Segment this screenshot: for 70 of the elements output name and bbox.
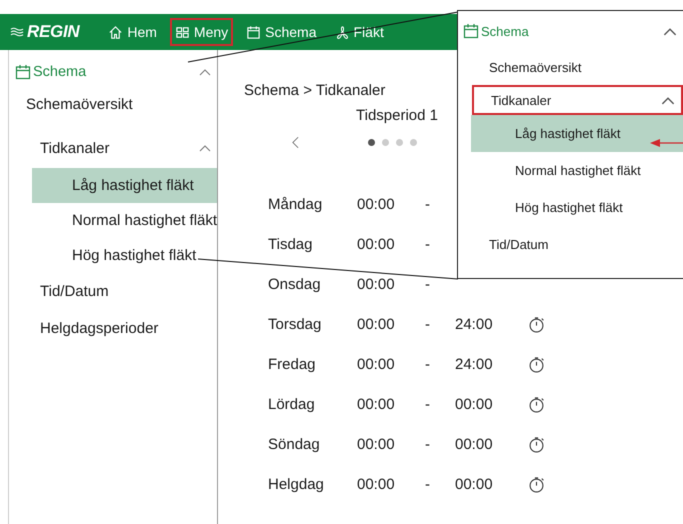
sidebar-group[interactable]: Tidkanaler — [9, 122, 217, 168]
sidebar-subitem[interactable]: Låg hastighet fläkt — [32, 168, 217, 203]
section-header[interactable]: Schema — [458, 13, 683, 49]
logo-text: REGIN — [27, 22, 80, 42]
menu-item[interactable]: Tid/Datum — [458, 226, 683, 262]
end-time[interactable]: 00:00 — [455, 396, 528, 412]
menu-item[interactable]: Normal hastighet fläkt — [471, 152, 683, 189]
calendar-icon — [246, 24, 262, 40]
end-time[interactable]: 24:00 — [455, 356, 528, 372]
day-label: Söndag — [268, 436, 321, 452]
start-time[interactable]: 00:00 — [357, 236, 425, 252]
stopwatch-icon[interactable] — [528, 396, 545, 412]
breadcrumb: Schema > Tidkanaler — [244, 82, 386, 99]
section-title: Schema — [481, 24, 529, 38]
end-time[interactable]: 00:00 — [455, 476, 528, 492]
end-time[interactable]: 24:00 — [455, 316, 528, 332]
menu-item[interactable]: Schemaöversikt — [458, 49, 683, 85]
menu-group[interactable]: Tidkanaler — [472, 85, 683, 115]
nav-button[interactable]: Meny — [170, 18, 234, 46]
page-dot[interactable] — [410, 138, 417, 146]
calendar-icon — [15, 64, 31, 80]
stopwatch-icon[interactable] — [528, 356, 545, 372]
sidebar-item[interactable]: Tid/Datum — [9, 273, 217, 310]
time-separator: - — [425, 436, 431, 452]
day-label: Helgdag — [268, 476, 325, 492]
period-title: Tidsperiod 1 — [356, 107, 439, 124]
end-time[interactable]: 00:00 — [455, 436, 528, 452]
section-header[interactable]: Schema — [9, 58, 217, 86]
time-separator: - — [425, 236, 431, 252]
time-separator: - — [425, 356, 431, 372]
sidebar-subitem[interactable]: Hög hastighet fläkt — [32, 238, 217, 273]
day-label: Lördag — [268, 396, 316, 412]
menu-item[interactable]: Hög hastighet fläkt — [471, 189, 683, 226]
time-separator: - — [425, 276, 431, 292]
start-time[interactable]: 00:00 — [357, 316, 425, 332]
day-label: Tisdag — [268, 236, 314, 252]
page-dot[interactable] — [382, 138, 389, 146]
back-chevron-icon[interactable] — [292, 136, 299, 148]
sidebar-item[interactable]: Helgdagsperioder — [9, 310, 217, 347]
time-separator: - — [425, 196, 431, 212]
day-label: Onsdag — [268, 276, 322, 292]
sidebar-item[interactable]: Schemaöversikt — [9, 86, 217, 122]
home-icon — [108, 24, 124, 40]
time-separator: - — [425, 396, 431, 412]
stopwatch-icon[interactable] — [528, 476, 545, 492]
page-dot[interactable] — [368, 138, 375, 146]
start-time[interactable]: 00:00 — [357, 396, 425, 412]
menu-item[interactable]: Låg hastighet fläkt — [471, 115, 683, 152]
start-time[interactable]: 00:00 — [357, 476, 425, 492]
start-time[interactable]: 00:00 — [357, 276, 425, 292]
page-dot[interactable] — [396, 138, 403, 146]
day-label: Måndag — [268, 196, 324, 212]
nav-button[interactable]: Hem — [103, 18, 162, 46]
day-label: Torsdag — [268, 316, 322, 332]
start-time[interactable]: 00:00 — [357, 196, 425, 212]
wave-icon — [10, 26, 25, 38]
grid-icon — [174, 24, 190, 40]
nav-button[interactable]: Schema — [241, 18, 322, 46]
fan-icon — [334, 24, 350, 40]
section-title: Schema — [33, 64, 86, 80]
stopwatch-icon[interactable] — [528, 436, 545, 452]
start-time[interactable]: 00:00 — [357, 356, 425, 372]
time-separator: - — [425, 476, 431, 492]
nav-button[interactable]: Fläkt — [330, 18, 389, 46]
start-time[interactable]: 00:00 — [357, 436, 425, 452]
sidebar-subitem[interactable]: Normal hastighet fläkt — [32, 203, 217, 238]
calendar-icon — [463, 23, 479, 39]
time-separator: - — [425, 316, 431, 332]
stopwatch-icon[interactable] — [528, 316, 545, 332]
day-label: Fredag — [268, 356, 317, 372]
